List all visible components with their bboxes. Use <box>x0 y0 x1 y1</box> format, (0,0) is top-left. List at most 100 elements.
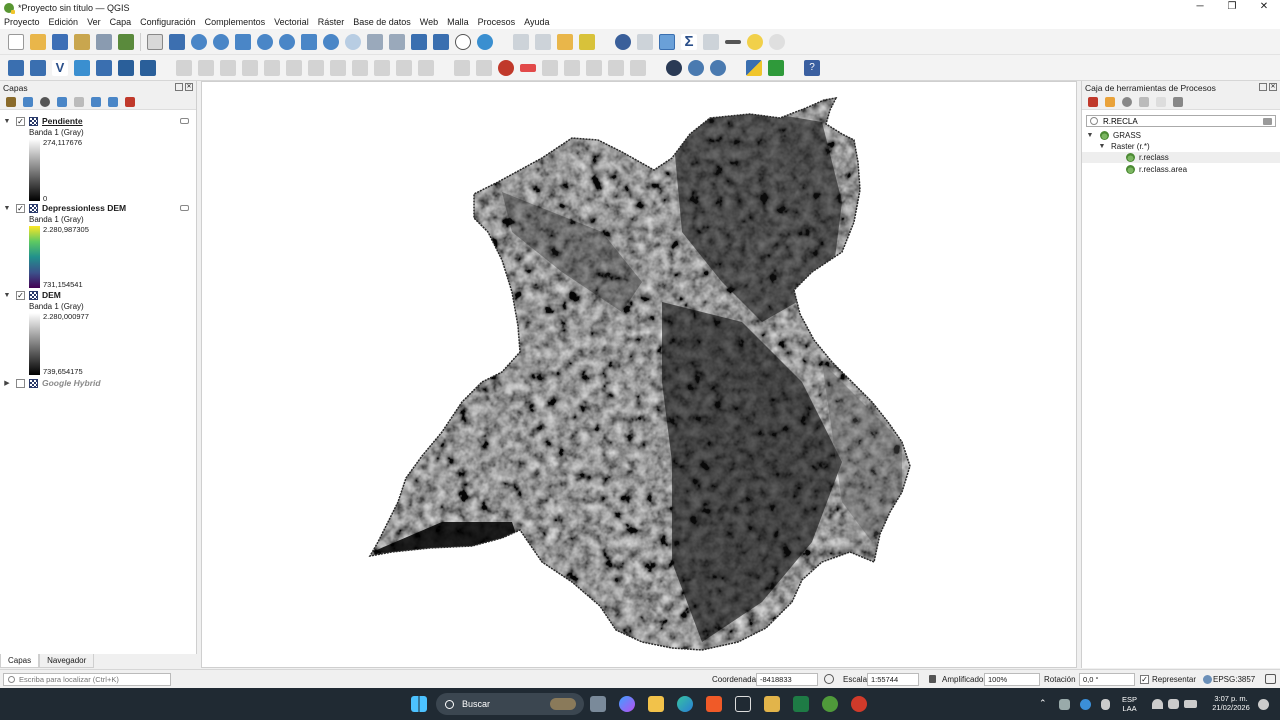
visibility-icon[interactable] <box>40 96 50 107</box>
menu-edicion[interactable]: Edición <box>49 17 79 27</box>
change-label-icon[interactable] <box>586 59 602 76</box>
processing-search-input[interactable] <box>1103 116 1263 126</box>
new-3d-view-icon[interactable] <box>389 33 405 50</box>
layer-checkbox[interactable]: ✓ <box>16 203 25 213</box>
new-geopackage-icon[interactable] <box>30 59 46 76</box>
menu-web[interactable]: Web <box>420 17 438 27</box>
zoom-full-icon[interactable] <box>235 33 251 50</box>
layout-manager-icon[interactable] <box>96 33 112 50</box>
zoom-in-icon[interactable] <box>191 33 207 50</box>
messages-icon[interactable] <box>1265 674 1276 684</box>
deselect-icon[interactable] <box>557 33 573 50</box>
redo-icon[interactable] <box>418 59 434 76</box>
highlight-pinned-icon[interactable] <box>498 59 514 76</box>
new-map-view-icon[interactable] <box>367 33 383 50</box>
crs-globe-icon[interactable] <box>1203 675 1212 684</box>
app-lightning-icon[interactable] <box>735 696 751 712</box>
remove-layer-icon[interactable] <box>125 96 135 107</box>
pan-to-selection-icon[interactable] <box>169 33 185 50</box>
float-panel-icon[interactable] <box>1259 83 1267 91</box>
layer-indicator-icon[interactable] <box>180 205 189 211</box>
magnifier-field[interactable]: 100% <box>984 673 1040 686</box>
app-archive-icon[interactable] <box>764 696 780 712</box>
attribute-table-icon[interactable] <box>637 33 653 50</box>
sentinel-icon[interactable] <box>666 59 682 76</box>
menu-proyecto[interactable]: Proyecto <box>4 17 40 27</box>
vertex-tool-icon[interactable] <box>264 59 280 76</box>
tree-item-r-reclass-area[interactable]: r.reclass.area <box>1126 164 1187 175</box>
paste-icon[interactable] <box>374 59 390 76</box>
tree-provider-grass[interactable]: ▼ GRASS <box>1086 130 1141 141</box>
bookmark-icon[interactable] <box>411 33 427 50</box>
excel-icon[interactable] <box>793 696 809 712</box>
edge-icon[interactable] <box>677 696 693 712</box>
python-console-icon[interactable] <box>746 59 762 76</box>
style-panel-icon[interactable] <box>6 96 16 107</box>
collapse-icon[interactable]: ▼ <box>1086 132 1094 139</box>
collapse-icon[interactable]: ▼ <box>3 118 11 125</box>
map-tips-icon[interactable] <box>747 33 763 50</box>
data-source-manager-icon[interactable] <box>8 59 24 76</box>
edit-pencil-icon[interactable] <box>198 59 214 76</box>
pdf-reader-icon[interactable] <box>851 696 867 712</box>
identify-icon[interactable] <box>615 33 631 50</box>
zoom-selection-icon[interactable] <box>257 33 273 50</box>
layer-checkbox[interactable]: ✓ <box>16 116 25 126</box>
render-checkbox[interactable]: ✓ <box>1140 675 1149 684</box>
digitize-icon[interactable] <box>242 59 258 76</box>
vector-layer-icon[interactable]: V <box>52 59 68 76</box>
refresh-icon[interactable] <box>477 33 493 50</box>
map-canvas[interactable] <box>201 81 1077 668</box>
select-location-icon[interactable] <box>579 33 595 50</box>
volume-icon[interactable] <box>1168 699 1179 709</box>
menu-procesos[interactable]: Procesos <box>478 17 516 27</box>
filter-expression-icon[interactable] <box>74 96 84 107</box>
menu-raster[interactable]: Ráster <box>318 17 345 27</box>
close-panel-icon[interactable]: ✕ <box>1269 83 1277 91</box>
layer-checkbox[interactable] <box>16 378 25 388</box>
coordinate-field[interactable]: -8418833 678209 <box>756 673 818 695</box>
copilot-icon[interactable] <box>619 696 635 712</box>
edit-features-in-place-icon[interactable] <box>1156 96 1166 107</box>
taskbar-search[interactable]: Buscar <box>436 693 584 715</box>
layer-row-pendiente[interactable]: ▼ ✓ Pendiente <box>0 115 195 127</box>
label-pin-icon[interactable] <box>476 59 492 76</box>
layer-name[interactable]: Depressionless DEM <box>42 203 126 213</box>
models-icon[interactable] <box>1088 96 1098 107</box>
layer-name[interactable]: Google Hybrid <box>42 378 101 388</box>
crs-label[interactable]: EPSG:3857 <box>1213 675 1255 684</box>
style-manager-icon[interactable] <box>118 33 134 50</box>
layer-row-depressionless-dem[interactable]: ▼ ✓ Depressionless DEM <box>0 202 195 214</box>
layer-name[interactable]: Pendiente <box>42 116 83 126</box>
collapse-icon[interactable]: ▼ <box>3 205 11 212</box>
temporal-controller-icon[interactable] <box>455 33 471 50</box>
layer-row-dem[interactable]: ▼ ✓ DEM <box>0 289 195 301</box>
notification-bell-icon[interactable] <box>1258 699 1269 710</box>
print-layout-icon[interactable] <box>74 33 90 50</box>
layer-row-google-hybrid[interactable]: ▶ Google Hybrid <box>0 377 195 389</box>
locator-bar[interactable] <box>3 673 171 686</box>
help-icon[interactable]: ? <box>804 59 820 76</box>
rotate-label-icon[interactable] <box>564 59 580 76</box>
file-explorer-icon[interactable] <box>648 696 664 712</box>
windows-start-icon[interactable] <box>411 696 427 712</box>
collapse-icon[interactable]: ▼ <box>3 292 11 299</box>
statistics-sigma-icon[interactable]: Σ <box>681 33 697 50</box>
menu-capa[interactable]: Capa <box>110 17 132 27</box>
maximize-button[interactable]: ❐ <box>1216 0 1248 15</box>
diagram-tool-icon[interactable] <box>630 59 646 76</box>
label-tool-icon[interactable] <box>454 59 470 76</box>
battery-icon[interactable] <box>1184 700 1197 708</box>
processing-search[interactable] <box>1086 115 1276 127</box>
expand-icon[interactable]: ▶ <box>3 379 11 387</box>
close-button[interactable]: ✕ <box>1248 0 1280 15</box>
add-group-icon[interactable] <box>23 96 33 107</box>
delete-selected-icon[interactable] <box>308 59 324 76</box>
new-temporary-layer-icon[interactable] <box>74 59 90 76</box>
profile-tool-icon[interactable] <box>768 59 784 76</box>
tab-navegador[interactable]: Navegador <box>39 654 95 668</box>
modify-attributes-icon[interactable] <box>286 59 302 76</box>
tree-group-raster[interactable]: ▼ Raster (r.*) <box>1098 141 1150 152</box>
select-value-icon[interactable] <box>535 33 551 50</box>
layer-checkbox[interactable]: ✓ <box>16 290 25 300</box>
